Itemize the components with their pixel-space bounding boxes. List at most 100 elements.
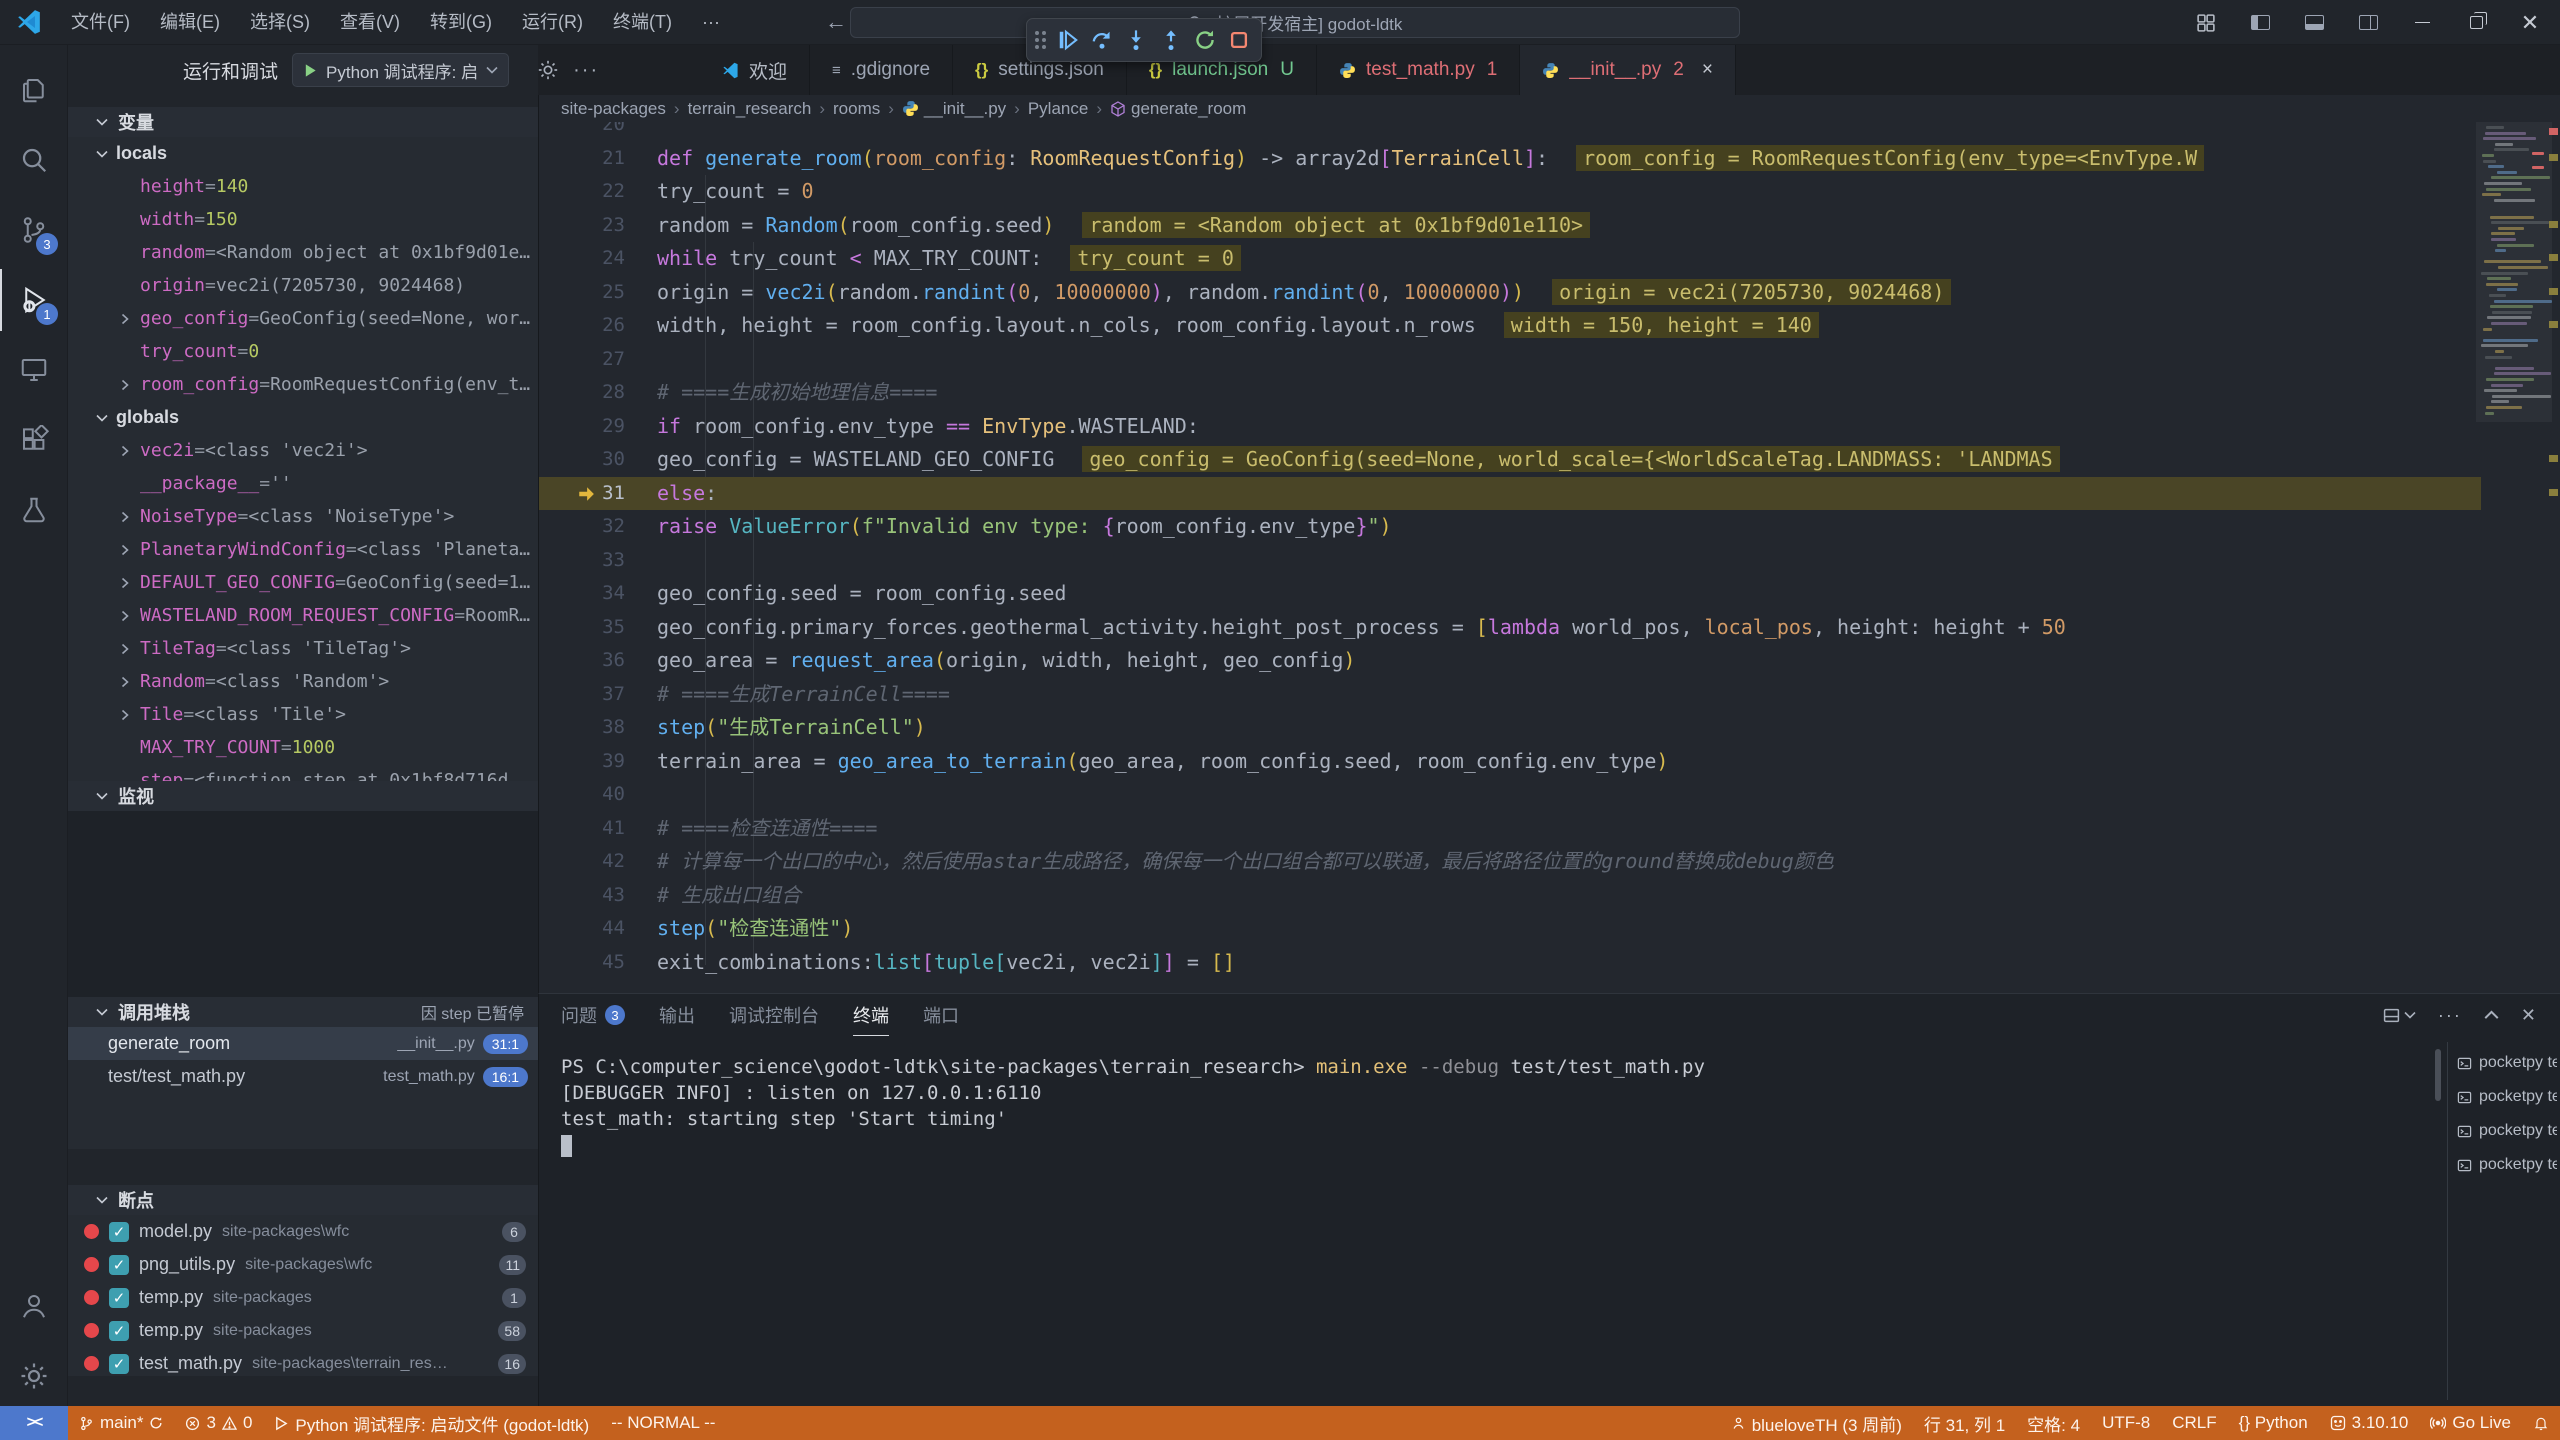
code-line-33[interactable]: 33 bbox=[539, 544, 2481, 578]
debug-stop-button[interactable] bbox=[1225, 24, 1253, 56]
variable-row[interactable]: width = 150 bbox=[68, 203, 538, 236]
variable-row[interactable]: try_count = 0 bbox=[68, 335, 538, 368]
menu-转到(G)[interactable]: 转到(G) bbox=[415, 12, 507, 32]
tab-欢迎[interactable]: 欢迎 bbox=[700, 45, 810, 95]
callstack-section-header[interactable]: 调用堆栈 因 step 已暂停 bbox=[68, 997, 538, 1027]
variable-row[interactable]: MAX_TRY_COUNT = 1000 bbox=[68, 731, 538, 764]
code-line-37[interactable]: 37 # ====生成TerrainCell==== bbox=[539, 678, 2481, 712]
breakpoint-checkbox[interactable]: ✓ bbox=[109, 1222, 129, 1242]
menu-运行(R)[interactable]: 运行(R) bbox=[507, 12, 598, 32]
panel-maximize-icon[interactable] bbox=[2484, 1010, 2499, 1020]
debug-toolbar-grip[interactable] bbox=[1035, 31, 1046, 49]
debug-step-over-button[interactable] bbox=[1088, 24, 1116, 56]
testing-icon[interactable] bbox=[0, 479, 68, 541]
remote-explorer-icon[interactable] bbox=[0, 339, 68, 401]
toggle-secondary-sidebar-icon[interactable] bbox=[2346, 0, 2390, 45]
panel-tab-终端[interactable]: 终端 bbox=[853, 994, 889, 1036]
breadcrumb-item[interactable]: site-packages bbox=[561, 99, 666, 119]
git-branch-item[interactable]: main* bbox=[68, 1406, 174, 1440]
tab-.gdignore[interactable]: ≡.gdignore bbox=[810, 45, 953, 95]
panel-tab-端口[interactable]: 端口 bbox=[923, 994, 959, 1036]
panel-more-actions-icon[interactable]: ··· bbox=[2438, 1005, 2462, 1026]
code-line-39[interactable]: 39 terrain_area = geo_area_to_terrain(ge… bbox=[539, 745, 2481, 779]
code-line-20[interactable]: 20 bbox=[539, 122, 2481, 142]
terminal-session-item[interactable]: pocketpy te… bbox=[2457, 1046, 2557, 1080]
notifications-bell-icon[interactable] bbox=[2522, 1406, 2560, 1440]
code-line-26[interactable]: 26 width, height = room_config.layout.n_… bbox=[539, 309, 2481, 343]
variable-row[interactable]: Random = <class 'Random'> bbox=[68, 665, 538, 698]
breakpoints-section-header[interactable]: 断点 bbox=[68, 1185, 538, 1215]
code-line-41[interactable]: 41 # ====检查连通性==== bbox=[539, 812, 2481, 846]
breakpoint-row[interactable]: ✓temp.pysite-packages58 bbox=[68, 1314, 538, 1347]
variable-row[interactable]: room_config = RoomRequestConfig(env_t… bbox=[68, 368, 538, 401]
menu-···[interactable]: ··· bbox=[687, 12, 735, 32]
scope-row-locals[interactable]: locals bbox=[68, 137, 538, 170]
variable-row[interactable]: origin = vec2i(7205730, 9024468) bbox=[68, 269, 538, 302]
tab-close-icon[interactable]: × bbox=[1702, 59, 1713, 81]
remote-indicator[interactable]: >< bbox=[0, 1406, 68, 1440]
tab-__init__.py[interactable]: __init__.py2× bbox=[1520, 45, 1736, 95]
debug-continue-button[interactable] bbox=[1054, 24, 1082, 56]
code-line-40[interactable]: 40 bbox=[539, 778, 2481, 812]
terminal-output[interactable]: PS C:\computer_science\godot-ldtk\site-p… bbox=[561, 1054, 2421, 1158]
breakpoint-row[interactable]: ✓model.pysite-packages\wfc6 bbox=[68, 1215, 538, 1248]
breadcrumb-item[interactable]: __init__.py bbox=[902, 99, 1006, 119]
account-icon[interactable] bbox=[0, 1275, 68, 1337]
breakpoint-row[interactable]: ✓test_math.pysite-packages\terrain_res…1… bbox=[68, 1347, 538, 1376]
minimap[interactable] bbox=[2480, 122, 2546, 993]
terminal-session-item[interactable]: pocketpy te… bbox=[2457, 1080, 2557, 1114]
panel-tab-问题[interactable]: 问题3 bbox=[561, 994, 625, 1036]
panel-tab-调试控制台[interactable]: 调试控制台 bbox=[729, 994, 819, 1036]
code-line-27[interactable]: 27 bbox=[539, 343, 2481, 377]
git-blame-item[interactable]: blueloveTH (3 周前) bbox=[1720, 1406, 1913, 1440]
panel-tab-输出[interactable]: 输出 bbox=[659, 994, 695, 1036]
debug-restart-button[interactable] bbox=[1191, 24, 1219, 56]
callstack-frame[interactable]: generate_room__init__.py31:1 bbox=[68, 1027, 538, 1060]
debug-settings-gear-icon[interactable] bbox=[537, 59, 559, 81]
nav-back-icon[interactable]: ← bbox=[825, 9, 847, 35]
cursor-position-item[interactable]: 行 31, 列 1 bbox=[1913, 1406, 2016, 1440]
code-line-32[interactable]: 32 raise ValueError(f"Invalid env type: … bbox=[539, 510, 2481, 544]
search-view-icon[interactable] bbox=[0, 129, 68, 191]
code-line-34[interactable]: 34 geo_config.seed = room_config.seed bbox=[539, 577, 2481, 611]
debug-step-out-button[interactable] bbox=[1157, 24, 1185, 56]
breakpoint-checkbox[interactable]: ✓ bbox=[109, 1255, 129, 1275]
code-line-45[interactable]: 45 exit_combinations:list[tuple[vec2i, v… bbox=[539, 946, 2481, 980]
code-line-29[interactable]: 29 if room_config.env_type == EnvType.WA… bbox=[539, 410, 2481, 444]
menu-选择(S)[interactable]: 选择(S) bbox=[235, 12, 325, 32]
command-center-search[interactable]: [扩展开发宿主] godot-ldtk bbox=[850, 7, 1740, 38]
variable-row[interactable]: geo_config = GeoConfig(seed=None, wor… bbox=[68, 302, 538, 335]
code-line-35[interactable]: 35 geo_config.primary_forces.geothermal_… bbox=[539, 611, 2481, 645]
variable-row[interactable]: vec2i = <class 'vec2i'> bbox=[68, 434, 538, 467]
extensions-icon[interactable] bbox=[0, 409, 68, 471]
code-line-36[interactable]: 36 geo_area = request_area(origin, width… bbox=[539, 644, 2481, 678]
terminal-scrollbar[interactable] bbox=[2435, 1049, 2441, 1101]
panel-close-icon[interactable]: ✕ bbox=[2521, 1005, 2536, 1026]
terminal-session-item[interactable]: pocketpy te… bbox=[2457, 1148, 2557, 1182]
eol-item[interactable]: CRLF bbox=[2161, 1406, 2227, 1440]
go-live-item[interactable]: Go Live bbox=[2419, 1406, 2522, 1440]
breadcrumb-item[interactable]: Pylance bbox=[1028, 99, 1088, 119]
callstack-frame[interactable]: test/test_math.pytest_math.py16:1 bbox=[68, 1060, 538, 1093]
variable-row[interactable]: Tile = <class 'Tile'> bbox=[68, 698, 538, 731]
variable-row[interactable]: height = 140 bbox=[68, 170, 538, 203]
breakpoint-checkbox[interactable]: ✓ bbox=[109, 1354, 129, 1374]
breadcrumb-item[interactable]: generate_room bbox=[1110, 99, 1246, 119]
tab-test_math.py[interactable]: test_math.py1 bbox=[1317, 45, 1520, 95]
debug-config-dropdown[interactable]: Python 调试程序: 启 bbox=[292, 53, 509, 87]
variable-row[interactable]: DEFAULT_GEO_CONFIG = GeoConfig(seed=1… bbox=[68, 566, 538, 599]
breakpoint-row[interactable]: ✓temp.pysite-packages1 bbox=[68, 1281, 538, 1314]
variable-row[interactable]: PlanetaryWindConfig = <class 'Planeta… bbox=[68, 533, 538, 566]
breakpoint-row[interactable]: ✓png_utils.pysite-packages\wfc11 bbox=[68, 1248, 538, 1281]
run-debug-icon[interactable]: 1 bbox=[0, 269, 68, 331]
menu-查看(V)[interactable]: 查看(V) bbox=[325, 12, 415, 32]
start-debug-icon[interactable] bbox=[303, 63, 318, 78]
code-line-38[interactable]: 38 step("生成TerrainCell") bbox=[539, 711, 2481, 745]
customize-layout-icon[interactable] bbox=[2184, 0, 2228, 45]
variable-row[interactable]: TileTag = <class 'TileTag'> bbox=[68, 632, 538, 665]
views-more-actions-icon[interactable]: ··· bbox=[573, 59, 599, 82]
breadcrumb-item[interactable]: rooms bbox=[833, 99, 880, 119]
variable-row[interactable]: NoiseType = <class 'NoiseType'> bbox=[68, 500, 538, 533]
toggle-sidebar-icon[interactable] bbox=[2238, 0, 2282, 45]
code-line-30[interactable]: 30 geo_config = WASTELAND_GEO_CONFIGgeo_… bbox=[539, 443, 2481, 477]
